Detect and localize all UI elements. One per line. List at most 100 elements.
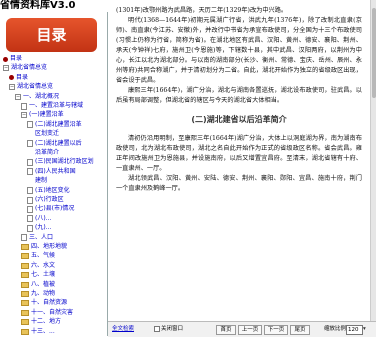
first-page-button[interactable]: 首页: [216, 325, 236, 335]
bullet-icon[interactable]: [3, 56, 8, 62]
document-icon[interactable]: [27, 168, 33, 176]
toc-node-label[interactable]: 九、动物: [31, 290, 55, 298]
paragraph: 康熙三年(1664年)，湖广分治，湖北与湖南各置巡抚，湖北设布政使司，驻武昌。以…: [116, 87, 362, 104]
toc-node[interactable]: (七)县(市)情况: [27, 205, 74, 213]
toc-node[interactable]: (九)...: [27, 224, 51, 232]
toc-node[interactable]: − 一、湖北概况: [15, 93, 59, 101]
toc-node[interactable]: − (一)建置沿革: [21, 111, 64, 119]
toc-node[interactable]: 七、土壤: [21, 271, 55, 279]
toc-node-label[interactable]: (二)湖北建置以后: [35, 140, 82, 148]
scrollbar-thumb[interactable]: [372, 8, 376, 98]
document-icon[interactable]: [27, 205, 33, 213]
document-icon[interactable]: [27, 196, 33, 204]
toc-node[interactable]: (五)地区变化: [27, 187, 70, 195]
toc-node[interactable]: 三、人口: [21, 234, 53, 242]
document-icon[interactable]: [27, 215, 33, 223]
fulltext-search-link[interactable]: 全文检索: [112, 325, 134, 333]
toc-node-label[interactable]: 十二、地方: [31, 318, 61, 326]
document-icon[interactable]: [21, 102, 27, 110]
toc-node[interactable]: 四、地形地貌: [21, 243, 67, 251]
toc-node[interactable]: 目录: [9, 74, 28, 82]
document-icon[interactable]: [21, 234, 27, 242]
toc-node-label[interactable]: 八、植被: [31, 281, 55, 289]
folder-icon[interactable]: [21, 272, 29, 279]
toc-node[interactable]: 沿革简介: [35, 149, 59, 157]
folder-icon[interactable]: [21, 309, 29, 316]
document-icon[interactable]: [27, 224, 33, 232]
toc-node[interactable]: 六、水文: [21, 262, 55, 270]
toc-node-label[interactable]: 目录: [16, 74, 28, 82]
vertical-scrollbar[interactable]: [370, 0, 376, 321]
folder-icon[interactable]: [21, 281, 29, 288]
toc-node[interactable]: (三)民国湖北行政区划: [27, 158, 94, 166]
toc-node[interactable]: − 湖北省情总览: [9, 83, 53, 91]
collapse-icon[interactable]: −: [3, 65, 9, 72]
collapse-icon[interactable]: −: [21, 112, 27, 119]
toc-node-label[interactable]: 五、气候: [31, 252, 55, 260]
toc-node[interactable]: (六)行政区: [27, 196, 64, 204]
toc-node[interactable]: 五、气候: [21, 252, 55, 260]
folder-icon[interactable]: [21, 244, 29, 250]
toc-node-label[interactable]: (七)县(市)情况: [35, 205, 74, 213]
next-page-button[interactable]: 下一页: [264, 325, 288, 335]
toc-node[interactable]: 建制: [35, 177, 47, 185]
toc-node[interactable]: 区划变迁: [35, 130, 59, 138]
toc-node[interactable]: (二)湖北建置沿革: [27, 121, 82, 129]
chevron-down-icon[interactable]: ▾: [363, 325, 366, 333]
toc-node-label[interactable]: 六、水文: [31, 262, 55, 270]
toc-node[interactable]: 十、自然资源: [21, 299, 67, 307]
toc-node[interactable]: 十一、自然灾害: [21, 309, 73, 317]
toc-node[interactable]: 十三、...: [21, 328, 55, 336]
toc-node-label[interactable]: (二)湖北建置沿革: [35, 121, 82, 129]
toc-node[interactable]: (四)人民共和国: [27, 168, 76, 176]
toc-node-label[interactable]: (一)建置沿革: [29, 111, 64, 119]
toc-node-label[interactable]: 区划变迁: [35, 130, 59, 138]
checkbox-icon[interactable]: [154, 325, 160, 332]
toc-node[interactable]: 九、动物: [21, 290, 55, 298]
toc-node[interactable]: 一、建置沿革与辖域: [21, 102, 83, 110]
toc-node-label[interactable]: 沿革简介: [35, 149, 59, 157]
toc-node-label[interactable]: 三、人口: [29, 234, 53, 242]
folder-icon[interactable]: [21, 253, 29, 260]
toc-node-label[interactable]: (六)行政区: [35, 196, 64, 204]
folder-icon[interactable]: [21, 291, 29, 297]
folder-icon[interactable]: [21, 300, 29, 307]
zoom-select[interactable]: 120: [346, 325, 363, 335]
toc-node[interactable]: − 湖北省情总览: [3, 64, 47, 72]
folder-icon[interactable]: [21, 328, 29, 335]
toc-node[interactable]: 八、植被: [21, 281, 55, 289]
toc-node-label[interactable]: 七、土壤: [31, 271, 55, 279]
toc-node-label[interactable]: (五)地区变化: [35, 187, 70, 195]
document-icon[interactable]: [27, 158, 33, 166]
toc-node-label[interactable]: 湖北省情总览: [11, 64, 47, 72]
document-icon[interactable]: [27, 121, 33, 129]
toc-node-label[interactable]: (九)...: [35, 224, 51, 232]
last-page-button[interactable]: 尾页: [290, 325, 310, 335]
toc-node-label[interactable]: 目录: [10, 55, 22, 63]
toc-node-label[interactable]: 一、建置沿革与辖域: [29, 102, 83, 110]
close-window-toggle[interactable]: 关闭窗口: [154, 325, 183, 333]
collapse-icon[interactable]: −: [9, 84, 15, 91]
toc-node-label[interactable]: (八)...: [35, 215, 51, 223]
toc-node-label[interactable]: 建制: [35, 177, 47, 185]
toc-node-label[interactable]: 湖北省情总览: [17, 83, 53, 91]
toc-node-label[interactable]: 十一、自然灾害: [31, 309, 73, 317]
bottom-toolbar: 全文检索 关闭窗口 首页 上一页 下一页 尾页 缩放比例 120 ▾: [108, 321, 376, 337]
toc-node[interactable]: 目录: [3, 55, 22, 63]
toc-node-label[interactable]: 十三、...: [31, 328, 55, 336]
toc-node[interactable]: 十二、地方: [21, 318, 61, 326]
toc-node-label[interactable]: 四、地形地貌: [31, 243, 67, 251]
prev-page-button[interactable]: 上一页: [238, 325, 262, 335]
document-icon[interactable]: [27, 140, 33, 148]
folder-icon[interactable]: [21, 319, 29, 326]
document-icon[interactable]: [27, 187, 33, 195]
folder-icon[interactable]: [21, 262, 29, 269]
toc-node-label[interactable]: 一、湖北概况: [23, 93, 59, 101]
collapse-icon[interactable]: −: [15, 93, 21, 100]
toc-node-label[interactable]: (三)民国湖北行政区划: [35, 158, 94, 166]
toc-node-label[interactable]: (四)人民共和国: [35, 168, 76, 176]
toc-node-label[interactable]: 十、自然资源: [31, 299, 67, 307]
bullet-icon[interactable]: [9, 75, 14, 81]
toc-node[interactable]: (二)湖北建置以后: [27, 140, 82, 148]
toc-node[interactable]: (八)...: [27, 215, 51, 223]
